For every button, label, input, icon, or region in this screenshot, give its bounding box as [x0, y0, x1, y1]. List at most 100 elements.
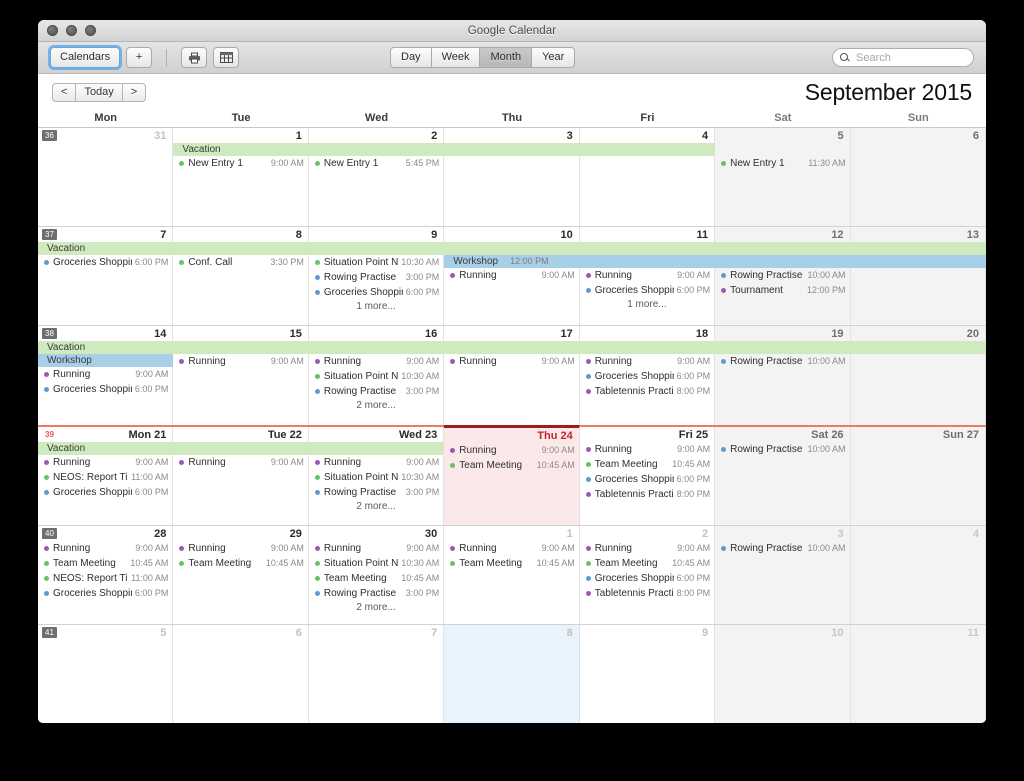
- calendar-event[interactable]: Running 9:00 AM: [311, 354, 441, 369]
- calendar-event[interactable]: Running 9:00 AM: [175, 541, 305, 556]
- calendar-event[interactable]: Team Meeting 10:45 AM: [175, 556, 305, 571]
- next-month-button[interactable]: >: [122, 82, 147, 102]
- all-day-event-bar[interactable]: Workshop: [38, 354, 174, 368]
- calendar-event[interactable]: Running 9:00 AM: [582, 354, 712, 369]
- calendar-event[interactable]: Situation Point N...10:30 AM: [311, 470, 441, 485]
- calendar-event[interactable]: Running 9:00 AM: [175, 354, 305, 369]
- calendars-button[interactable]: Calendars: [50, 47, 121, 68]
- calendar-event[interactable]: Rowing Practise 3:00 PM: [311, 485, 441, 500]
- all-day-event-bar[interactable]: Vacation: [38, 441, 445, 455]
- calendar-event[interactable]: Rowing Practise 10:00 AM: [717, 268, 847, 283]
- calendar-event[interactable]: Tabletennis Practi... 8:00 PM: [582, 586, 712, 601]
- day-cell[interactable]: 1 Running 9:00 AM Team Meeting 10:45 AM: [444, 525, 580, 624]
- calendar-event[interactable]: Tabletennis Practi... 8:00 PM: [582, 487, 712, 502]
- calendar-event[interactable]: NEOS: Report Ti... 11:00 AM: [40, 571, 170, 586]
- day-cell[interactable]: 11: [850, 624, 986, 723]
- calendar-event[interactable]: Groceries Shopping6:00 PM: [311, 285, 441, 300]
- calendar-event[interactable]: Team Meeting 10:45 AM: [40, 556, 170, 571]
- date-nav-group[interactable]: < Today >: [52, 82, 147, 102]
- calendar-event[interactable]: Groceries Shopping6:00 PM: [582, 571, 712, 586]
- today-button[interactable]: Today: [76, 82, 123, 102]
- day-cell[interactable]: 2 Running 9:00 AM Team Meeting 10:45 AM Groce…: [580, 525, 716, 624]
- calendar-event[interactable]: Groceries Shopping6:00 PM: [582, 283, 712, 298]
- calendar-event[interactable]: Groceries Shopping6:00 PM: [40, 255, 170, 270]
- day-cell[interactable]: 4: [850, 525, 986, 624]
- calendar-event[interactable]: Running 9:00 AM: [446, 541, 576, 556]
- day-cell[interactable]: 9: [580, 624, 716, 723]
- calendar-event[interactable]: Team Meeting 10:45 AM: [582, 457, 712, 472]
- calendar-event[interactable]: Situation Point N...10:30 AM: [311, 369, 441, 384]
- day-cell[interactable]: 30 Running 9:00 AM Situation Point N...10:3…: [309, 525, 445, 624]
- calendar-event[interactable]: New Entry 1 9:00 AM: [175, 156, 305, 171]
- day-cell[interactable]: 6: [850, 128, 986, 227]
- all-day-event-bar[interactable]: Vacation: [38, 242, 986, 256]
- calendar-event[interactable]: Groceries Shopping6:00 PM: [40, 485, 170, 500]
- day-cell[interactable]: 29 Running 9:00 AM Team Meeting 10:45 AM: [173, 525, 309, 624]
- add-event-button[interactable]: +: [126, 47, 153, 68]
- day-cell[interactable]: 31: [38, 128, 174, 227]
- list-view-button[interactable]: [213, 47, 240, 68]
- more-events-link[interactable]: 1 more...: [582, 298, 712, 312]
- calendar-event[interactable]: Groceries Shopping6:00 PM: [582, 472, 712, 487]
- view-week[interactable]: Week: [431, 47, 481, 68]
- day-cell[interactable]: Thu 24 Running 9:00 AM Team Meeting 10:45 AM: [444, 424, 580, 525]
- calendar-event[interactable]: Team Meeting 10:45 AM: [582, 556, 712, 571]
- calendar-event[interactable]: Running 9:00 AM: [582, 541, 712, 556]
- all-day-event-bar[interactable]: Workshop 12:00 PM: [444, 255, 986, 269]
- all-day-event-bar[interactable]: Vacation: [173, 143, 716, 156]
- calendar-event[interactable]: Situation Point N...10:30 AM: [311, 255, 441, 270]
- calendar-event[interactable]: Running 9:00 AM: [446, 354, 576, 369]
- day-cell[interactable]: 6: [173, 624, 309, 723]
- calendar-event[interactable]: Running 9:00 AM: [175, 455, 305, 470]
- search-input[interactable]: [854, 50, 967, 65]
- day-cell[interactable]: Sat 26 Rowing Practise 10:00 AM: [715, 426, 851, 525]
- day-cell[interactable]: 3 Rowing Practise 10:00 AM: [715, 525, 851, 624]
- calendar-event[interactable]: Groceries Shopping6:00 PM: [40, 586, 170, 601]
- calendar-event[interactable]: Conf. Call 3:30 PM: [175, 255, 305, 270]
- more-events-link[interactable]: 2 more...: [311, 399, 441, 413]
- more-events-link[interactable]: 2 more...: [311, 500, 441, 514]
- calendar-event[interactable]: Groceries Shopping6:00 PM: [582, 369, 712, 384]
- calendar-event[interactable]: Team Meeting 10:45 AM: [446, 458, 576, 473]
- day-cell[interactable]: 8: [444, 624, 580, 723]
- calendar-event[interactable]: Rowing Practise 3:00 PM: [311, 384, 441, 399]
- calendar-event[interactable]: Running 9:00 AM: [446, 268, 576, 283]
- more-events-link[interactable]: 1 more...: [311, 300, 441, 314]
- day-cell[interactable]: 5 New Entry 1 11:30 AM: [715, 128, 851, 227]
- view-year[interactable]: Year: [532, 47, 576, 68]
- calendar-event[interactable]: Tournament 12:00 PM: [717, 283, 847, 298]
- all-day-event-bar[interactable]: Vacation: [38, 341, 986, 355]
- calendar-event[interactable]: Running 9:00 AM: [40, 455, 170, 470]
- calendar-event[interactable]: Rowing Practise 3:00 PM: [311, 270, 441, 285]
- calendar-event[interactable]: Running 9:00 AM: [311, 541, 441, 556]
- calendar-event[interactable]: Rowing Practise 10:00 AM: [717, 541, 847, 556]
- calendar-event[interactable]: Running 9:00 AM: [40, 367, 170, 382]
- view-month[interactable]: Month: [480, 47, 533, 68]
- calendar-event[interactable]: New Entry 1 11:30 AM: [717, 156, 847, 171]
- calendar-event[interactable]: New Entry 1 5:45 PM: [311, 156, 441, 171]
- calendar-event[interactable]: Rowing Practise 3:00 PM: [311, 586, 441, 601]
- more-events-link[interactable]: 2 more...: [311, 601, 441, 615]
- view-switcher[interactable]: Day Week Month Year: [390, 47, 576, 68]
- calendar-event[interactable]: Running 9:00 AM: [582, 442, 712, 457]
- search-box[interactable]: [832, 48, 974, 67]
- calendar-event[interactable]: Running 9:00 AM: [40, 541, 170, 556]
- calendar-event[interactable]: Rowing Practise 10:00 AM: [717, 354, 847, 369]
- day-cell[interactable]: 5: [38, 624, 174, 723]
- print-button[interactable]: [181, 47, 208, 68]
- view-day[interactable]: Day: [390, 47, 432, 68]
- calendar-event[interactable]: NEOS: Report Ti... 11:00 AM: [40, 470, 170, 485]
- prev-month-button[interactable]: <: [52, 82, 77, 102]
- calendar-event[interactable]: Rowing Practise 10:00 AM: [717, 442, 847, 457]
- calendar-event[interactable]: Running 9:00 AM: [582, 268, 712, 283]
- calendar-event[interactable]: Situation Point N...10:30 AM: [311, 556, 441, 571]
- calendar-event[interactable]: Team Meeting 10:45 AM: [311, 571, 441, 586]
- calendar-event[interactable]: Tabletennis Practi... 8:00 PM: [582, 384, 712, 399]
- calendar-event[interactable]: Groceries Shopping6:00 PM: [40, 382, 170, 397]
- day-cell[interactable]: 7: [309, 624, 445, 723]
- calendar-event[interactable]: Running 9:00 AM: [446, 443, 576, 458]
- day-cell[interactable]: 28 Running 9:00 AM Team Meeting 10:45 AM NEOS…: [38, 525, 174, 624]
- calendar-event[interactable]: Running 9:00 AM: [311, 455, 441, 470]
- day-cell[interactable]: Sun 27: [850, 426, 986, 525]
- calendar-event[interactable]: Team Meeting 10:45 AM: [446, 556, 576, 571]
